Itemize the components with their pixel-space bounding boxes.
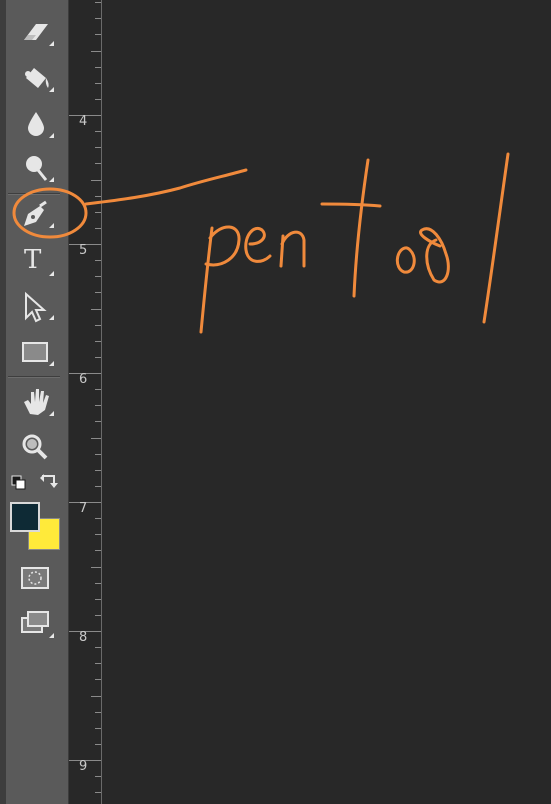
handwritten-annotation <box>12 152 510 334</box>
annotation-letter-o <box>419 227 450 284</box>
annotation-line <box>84 168 248 206</box>
annotation-letter-p <box>199 226 214 334</box>
annotation-letter-l <box>482 152 510 324</box>
annotation-circle <box>12 187 88 239</box>
annotation-letter-e <box>244 227 272 263</box>
annotation-letter-t <box>352 158 370 298</box>
annotation-letter-o <box>395 246 416 274</box>
annotation-letter-n <box>279 230 306 268</box>
